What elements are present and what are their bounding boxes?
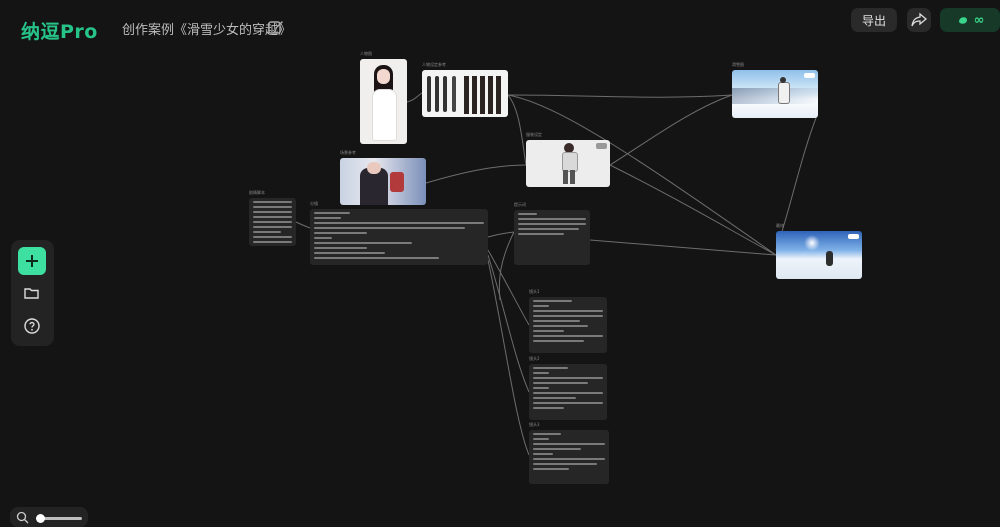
edge — [487, 254, 530, 393]
edge — [487, 231, 515, 238]
folder-icon[interactable] — [23, 284, 41, 302]
node-label: 镜头1 — [529, 289, 540, 294]
result-bottom-image — [776, 231, 862, 279]
node-label: 最终 — [776, 223, 784, 228]
scene-reference-image — [340, 158, 426, 205]
edge — [609, 164, 777, 256]
edge — [498, 231, 515, 301]
script-text — [310, 209, 488, 265]
edge — [507, 94, 527, 166]
edge — [406, 92, 423, 103]
portrait-image — [360, 59, 407, 144]
left-toolbar — [11, 240, 54, 346]
outfit-image — [526, 140, 610, 187]
add-node-button[interactable] — [18, 247, 46, 275]
node-label: 人物图 — [360, 51, 372, 56]
shot3-text — [529, 430, 609, 484]
shot1-text — [529, 297, 607, 353]
node-label: 分镜 — [310, 201, 318, 206]
story-text — [249, 198, 296, 246]
edge — [487, 259, 530, 456]
edge — [295, 221, 311, 229]
edge — [425, 164, 527, 184]
node-label: 镜头3 — [529, 422, 540, 427]
plus-icon — [26, 255, 38, 267]
node-label: 人物设定参考 — [422, 62, 446, 67]
result-top-image — [732, 70, 818, 118]
zoom-control[interactable] — [10, 507, 88, 527]
node-label: 剧情脚本 — [249, 190, 265, 195]
zoom-icon[interactable] — [16, 511, 29, 524]
prompt-text — [514, 210, 590, 265]
node-label: 镜头2 — [529, 356, 540, 361]
character-sheet-image — [422, 70, 508, 117]
node-label: 场景参考 — [340, 150, 356, 155]
node-label: 服装设定 — [526, 132, 542, 137]
edge — [507, 94, 733, 98]
node-label: 滑雪图 — [732, 62, 744, 67]
node-label: 提示词 — [514, 202, 526, 207]
help-icon[interactable] — [23, 317, 41, 335]
shot2-text — [529, 364, 607, 420]
edge — [589, 239, 777, 256]
